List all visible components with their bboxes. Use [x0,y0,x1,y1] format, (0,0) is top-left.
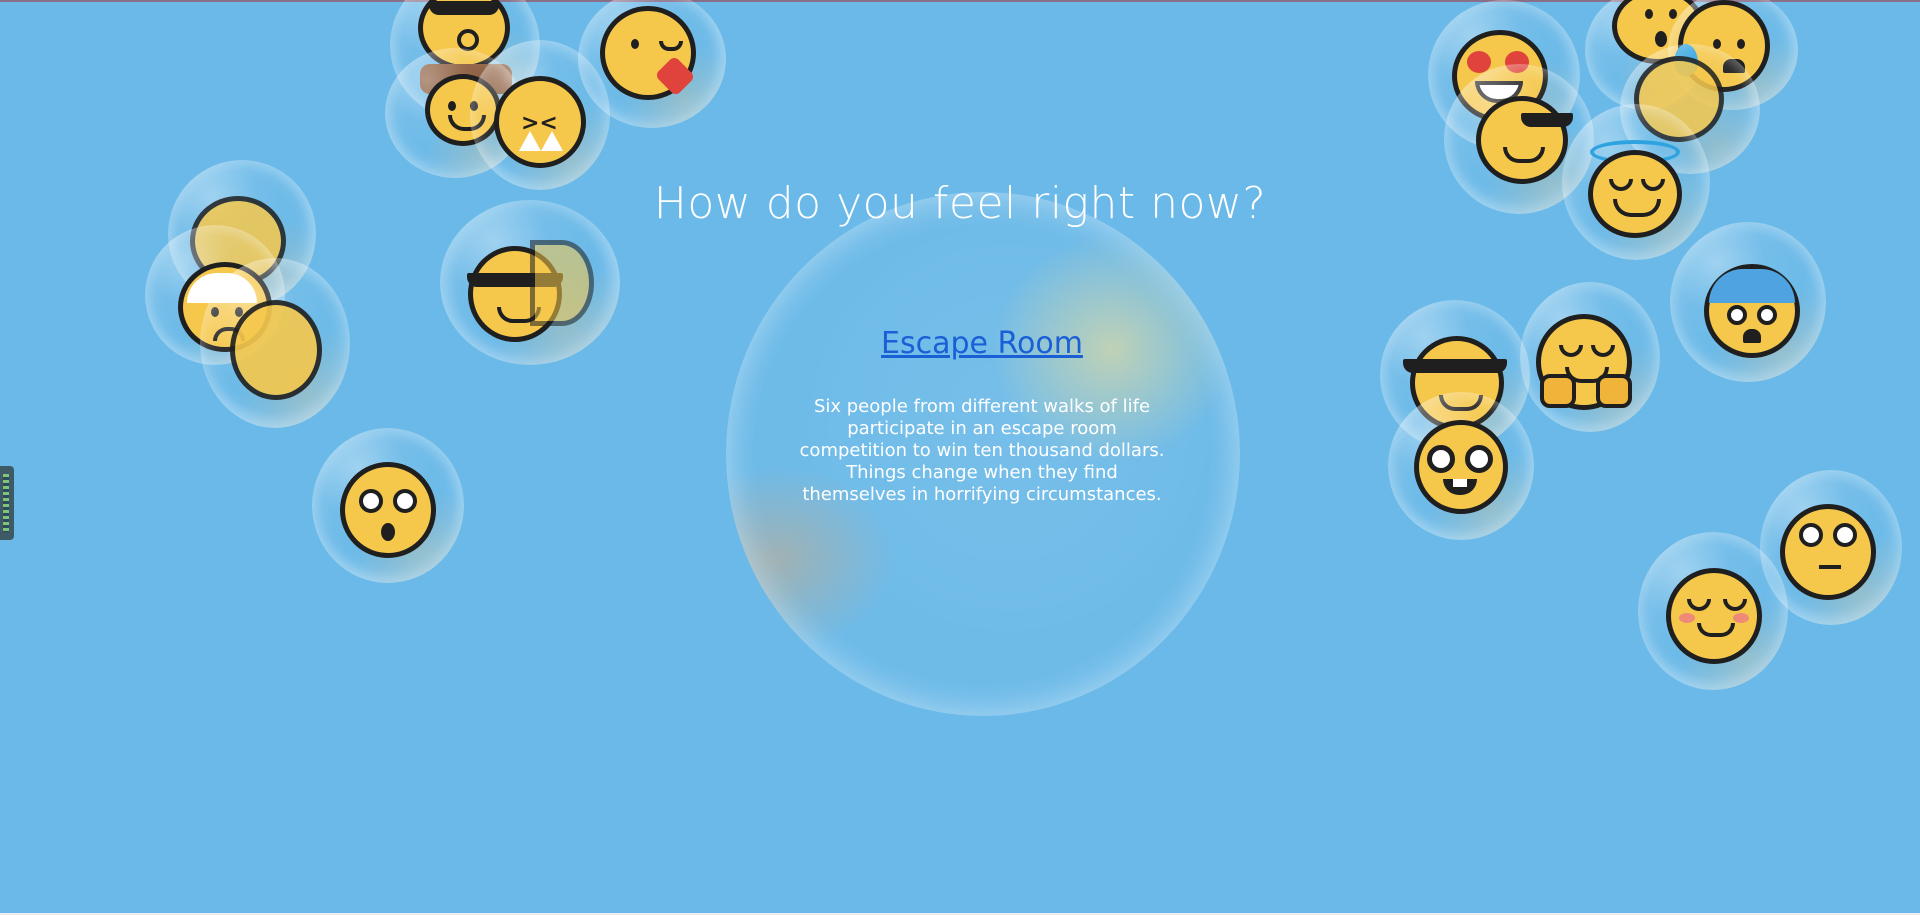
blushing-face-icon[interactable] [1666,568,1762,664]
squinting-face-icon[interactable]: >< [494,76,586,168]
sunglasses-face-icon[interactable] [1476,96,1573,184]
rolling-eyes-face-icon[interactable] [1780,504,1876,600]
side-panel-handle[interactable] [0,466,14,540]
hand-icon [1540,374,1576,408]
hand-icon [1596,374,1632,408]
astonished-face-icon[interactable] [340,462,436,558]
fearful-face-icon[interactable] [1704,264,1800,358]
nerd-face-icon[interactable] [1414,420,1508,514]
halo-face-icon[interactable] [1588,150,1682,238]
neutral-face-icon [530,240,594,326]
movie-description: Six people from different walks of life … [799,396,1165,505]
blushing-face-icon[interactable] [230,300,322,400]
